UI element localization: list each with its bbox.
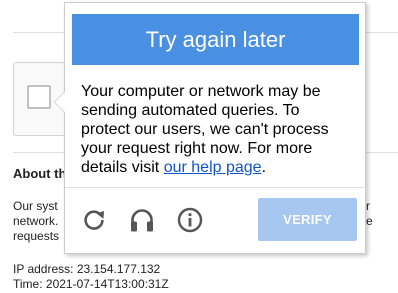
about-text-right: r e — [366, 199, 373, 229]
message-period: . — [261, 159, 267, 176]
page: About th Our syst network. requests r e … — [0, 0, 398, 293]
audio-challenge-button[interactable] — [128, 206, 156, 234]
footer-divider — [65, 187, 365, 188]
about-text-fragment: e — [366, 214, 373, 228]
about-heading: About th — [13, 166, 67, 181]
error-message: Your computer or network may be sending … — [81, 82, 357, 177]
recaptcha-checkbox[interactable] — [27, 85, 51, 109]
captcha-popup: Try again later Your computer or network… — [54, 2, 366, 254]
about-text: Our syst network. requests — [13, 199, 59, 244]
about-text-line: requests — [13, 229, 60, 243]
message-line: your request right now. For more — [81, 140, 313, 157]
timestamp: Time: 2021-07-14T13:00:31Z — [13, 277, 169, 291]
help-button[interactable] — [176, 206, 204, 234]
message-line: Your computer or network may be — [81, 83, 321, 100]
verify-button[interactable]: VERIFY — [258, 198, 357, 241]
reload-button[interactable] — [80, 206, 108, 234]
about-text-line: Our syst — [13, 199, 58, 213]
reload-icon — [84, 210, 104, 230]
message-line: protect our users, we can't process — [81, 121, 329, 138]
message-line: details visit — [81, 159, 164, 176]
about-text-line: network. — [13, 214, 59, 228]
info-icon — [177, 207, 203, 233]
error-banner: Try again later — [72, 14, 359, 65]
headphones-icon — [131, 209, 153, 232]
popup-arrow-fill — [55, 92, 65, 112]
ip-address: IP address: 23.154.177.132 — [13, 262, 161, 276]
help-page-link[interactable]: our help page — [164, 159, 262, 176]
message-line: sending automated queries. To — [81, 102, 300, 119]
about-text-fragment: r — [366, 199, 370, 213]
